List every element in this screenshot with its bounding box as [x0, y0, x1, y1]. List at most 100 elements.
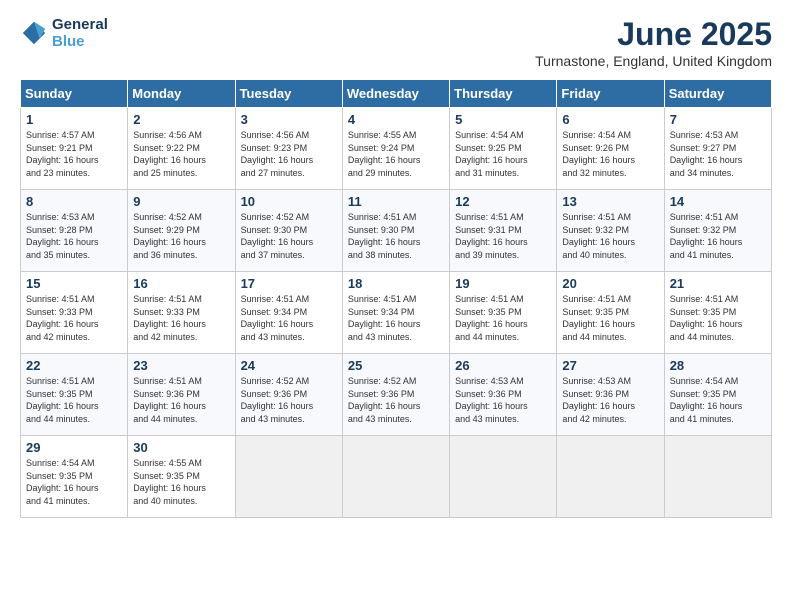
day-number: 6 — [562, 112, 658, 127]
day-number: 10 — [241, 194, 337, 209]
day-number: 1 — [26, 112, 122, 127]
day-number: 9 — [133, 194, 229, 209]
calendar-cell: 22 Sunrise: 4:51 AM Sunset: 9:35 PM Dayli… — [21, 354, 128, 436]
calendar-cell: 4Sunrise: 4:55 AM Sunset: 9:24 PM Daylig… — [342, 108, 449, 190]
calendar-cell: 20 Sunrise: 4:51 AM Sunset: 9:35 PM Dayli… — [557, 272, 664, 354]
day-number: 8 — [26, 194, 122, 209]
calendar-cell — [235, 436, 342, 518]
location: Turnastone, England, United Kingdom — [535, 53, 772, 69]
calendar-week-1: 1 Sunrise: 4:57 AM Sunset: 9:21 PM Daylig… — [21, 108, 772, 190]
day-number: 25 — [348, 358, 444, 373]
day-number: 14 — [670, 194, 766, 209]
calendar-cell: 29 Sunrise: 4:54 AM Sunset: 9:35 PM Dayli… — [21, 436, 128, 518]
day-number: 12 — [455, 194, 551, 209]
day-info: Sunrise: 4:51 AM Sunset: 9:33 PM Dayligh… — [133, 293, 229, 343]
calendar-cell: 18 Sunrise: 4:51 AM Sunset: 9:34 PM Dayli… — [342, 272, 449, 354]
day-info: Sunrise: 4:51 AM Sunset: 9:33 PM Dayligh… — [26, 293, 122, 343]
page: General Blue June 2025 Turnastone, Engla… — [0, 0, 792, 612]
day-number: 17 — [241, 276, 337, 291]
calendar-cell: 13 Sunrise: 4:51 AM Sunset: 9:32 PM Dayli… — [557, 190, 664, 272]
calendar-week-4: 22 Sunrise: 4:51 AM Sunset: 9:35 PM Dayli… — [21, 354, 772, 436]
day-info: Sunrise: 4:51 AM Sunset: 9:34 PM Dayligh… — [348, 293, 444, 343]
col-wednesday: Wednesday — [342, 80, 449, 108]
logo: General Blue — [20, 16, 108, 50]
col-tuesday: Tuesday — [235, 80, 342, 108]
col-thursday: Thursday — [450, 80, 557, 108]
calendar-cell — [664, 436, 771, 518]
calendar-cell — [450, 436, 557, 518]
day-number: 19 — [455, 276, 551, 291]
day-info: Sunrise: 4:53 AM Sunset: 9:36 PM Dayligh… — [455, 375, 551, 425]
day-number: 7 — [670, 112, 766, 127]
calendar-cell: 30Sunrise: 4:55 AM Sunset: 9:35 PM Dayli… — [128, 436, 235, 518]
calendar-header-row: Sunday Monday Tuesday Wednesday Thursday… — [21, 80, 772, 108]
day-info: Sunrise: 4:53 AM Sunset: 9:28 PM Dayligh… — [26, 211, 122, 261]
logo-icon — [20, 19, 48, 47]
day-info: Sunrise: 4:51 AM Sunset: 9:35 PM Dayligh… — [562, 293, 658, 343]
day-info: Sunrise: 4:53 AM Sunset: 9:27 PM Dayligh… — [670, 129, 766, 179]
calendar-cell: 16Sunrise: 4:51 AM Sunset: 9:33 PM Dayli… — [128, 272, 235, 354]
calendar-cell — [557, 436, 664, 518]
day-number: 30 — [133, 440, 229, 455]
col-friday: Friday — [557, 80, 664, 108]
calendar-cell: 27 Sunrise: 4:53 AM Sunset: 9:36 PM Dayli… — [557, 354, 664, 436]
calendar-cell: 15 Sunrise: 4:51 AM Sunset: 9:33 PM Dayli… — [21, 272, 128, 354]
day-info: Sunrise: 4:54 AM Sunset: 9:35 PM Dayligh… — [26, 457, 122, 507]
day-info: Sunrise: 4:57 AM Sunset: 9:21 PM Dayligh… — [26, 129, 122, 179]
calendar-cell: 24 Sunrise: 4:52 AM Sunset: 9:36 PM Dayli… — [235, 354, 342, 436]
day-number: 21 — [670, 276, 766, 291]
day-number: 24 — [241, 358, 337, 373]
calendar-table: Sunday Monday Tuesday Wednesday Thursday… — [20, 79, 772, 518]
day-number: 18 — [348, 276, 444, 291]
day-info: Sunrise: 4:56 AM Sunset: 9:22 PM Dayligh… — [133, 129, 229, 179]
calendar-cell: 28Sunrise: 4:54 AM Sunset: 9:35 PM Dayli… — [664, 354, 771, 436]
calendar-cell: 17 Sunrise: 4:51 AM Sunset: 9:34 PM Dayli… — [235, 272, 342, 354]
day-info: Sunrise: 4:56 AM Sunset: 9:23 PM Dayligh… — [241, 129, 337, 179]
title-block: June 2025 Turnastone, England, United Ki… — [535, 16, 772, 69]
calendar-week-5: 29 Sunrise: 4:54 AM Sunset: 9:35 PM Dayli… — [21, 436, 772, 518]
calendar-cell: 5Sunrise: 4:54 AM Sunset: 9:25 PM Daylig… — [450, 108, 557, 190]
day-number: 15 — [26, 276, 122, 291]
day-info: Sunrise: 4:51 AM Sunset: 9:32 PM Dayligh… — [562, 211, 658, 261]
month-title: June 2025 — [535, 16, 772, 53]
day-number: 20 — [562, 276, 658, 291]
day-number: 29 — [26, 440, 122, 455]
calendar-cell: 26 Sunrise: 4:53 AM Sunset: 9:36 PM Dayli… — [450, 354, 557, 436]
day-info: Sunrise: 4:51 AM Sunset: 9:35 PM Dayligh… — [455, 293, 551, 343]
day-info: Sunrise: 4:51 AM Sunset: 9:34 PM Dayligh… — [241, 293, 337, 343]
calendar-cell: 19 Sunrise: 4:51 AM Sunset: 9:35 PM Dayli… — [450, 272, 557, 354]
day-info: Sunrise: 4:51 AM Sunset: 9:35 PM Dayligh… — [670, 293, 766, 343]
day-number: 13 — [562, 194, 658, 209]
day-number: 22 — [26, 358, 122, 373]
day-info: Sunrise: 4:51 AM Sunset: 9:30 PM Dayligh… — [348, 211, 444, 261]
day-info: Sunrise: 4:53 AM Sunset: 9:36 PM Dayligh… — [562, 375, 658, 425]
header: General Blue June 2025 Turnastone, Engla… — [20, 16, 772, 69]
calendar-cell: 14 Sunrise: 4:51 AM Sunset: 9:32 PM Dayli… — [664, 190, 771, 272]
calendar-cell: 11 Sunrise: 4:51 AM Sunset: 9:30 PM Dayli… — [342, 190, 449, 272]
day-number: 26 — [455, 358, 551, 373]
day-info: Sunrise: 4:54 AM Sunset: 9:35 PM Dayligh… — [670, 375, 766, 425]
day-info: Sunrise: 4:52 AM Sunset: 9:36 PM Dayligh… — [348, 375, 444, 425]
day-info: Sunrise: 4:54 AM Sunset: 9:26 PM Dayligh… — [562, 129, 658, 179]
day-number: 4 — [348, 112, 444, 127]
day-info: Sunrise: 4:51 AM Sunset: 9:32 PM Dayligh… — [670, 211, 766, 261]
calendar-cell: 25 Sunrise: 4:52 AM Sunset: 9:36 PM Dayli… — [342, 354, 449, 436]
day-number: 23 — [133, 358, 229, 373]
calendar-cell: 23Sunrise: 4:51 AM Sunset: 9:36 PM Dayli… — [128, 354, 235, 436]
day-number: 5 — [455, 112, 551, 127]
day-number: 11 — [348, 194, 444, 209]
calendar-cell: 6 Sunrise: 4:54 AM Sunset: 9:26 PM Daylig… — [557, 108, 664, 190]
calendar-cell: 8 Sunrise: 4:53 AM Sunset: 9:28 PM Daylig… — [21, 190, 128, 272]
day-info: Sunrise: 4:51 AM Sunset: 9:35 PM Dayligh… — [26, 375, 122, 425]
calendar-cell: 1 Sunrise: 4:57 AM Sunset: 9:21 PM Daylig… — [21, 108, 128, 190]
col-sunday: Sunday — [21, 80, 128, 108]
calendar-cell: 21 Sunrise: 4:51 AM Sunset: 9:35 PM Dayli… — [664, 272, 771, 354]
calendar-cell: 3 Sunrise: 4:56 AM Sunset: 9:23 PM Daylig… — [235, 108, 342, 190]
calendar-week-2: 8 Sunrise: 4:53 AM Sunset: 9:28 PM Daylig… — [21, 190, 772, 272]
day-number: 27 — [562, 358, 658, 373]
calendar-cell: 9Sunrise: 4:52 AM Sunset: 9:29 PM Daylig… — [128, 190, 235, 272]
calendar-cell: 7 Sunrise: 4:53 AM Sunset: 9:27 PM Daylig… — [664, 108, 771, 190]
day-number: 3 — [241, 112, 337, 127]
day-info: Sunrise: 4:52 AM Sunset: 9:36 PM Dayligh… — [241, 375, 337, 425]
col-saturday: Saturday — [664, 80, 771, 108]
